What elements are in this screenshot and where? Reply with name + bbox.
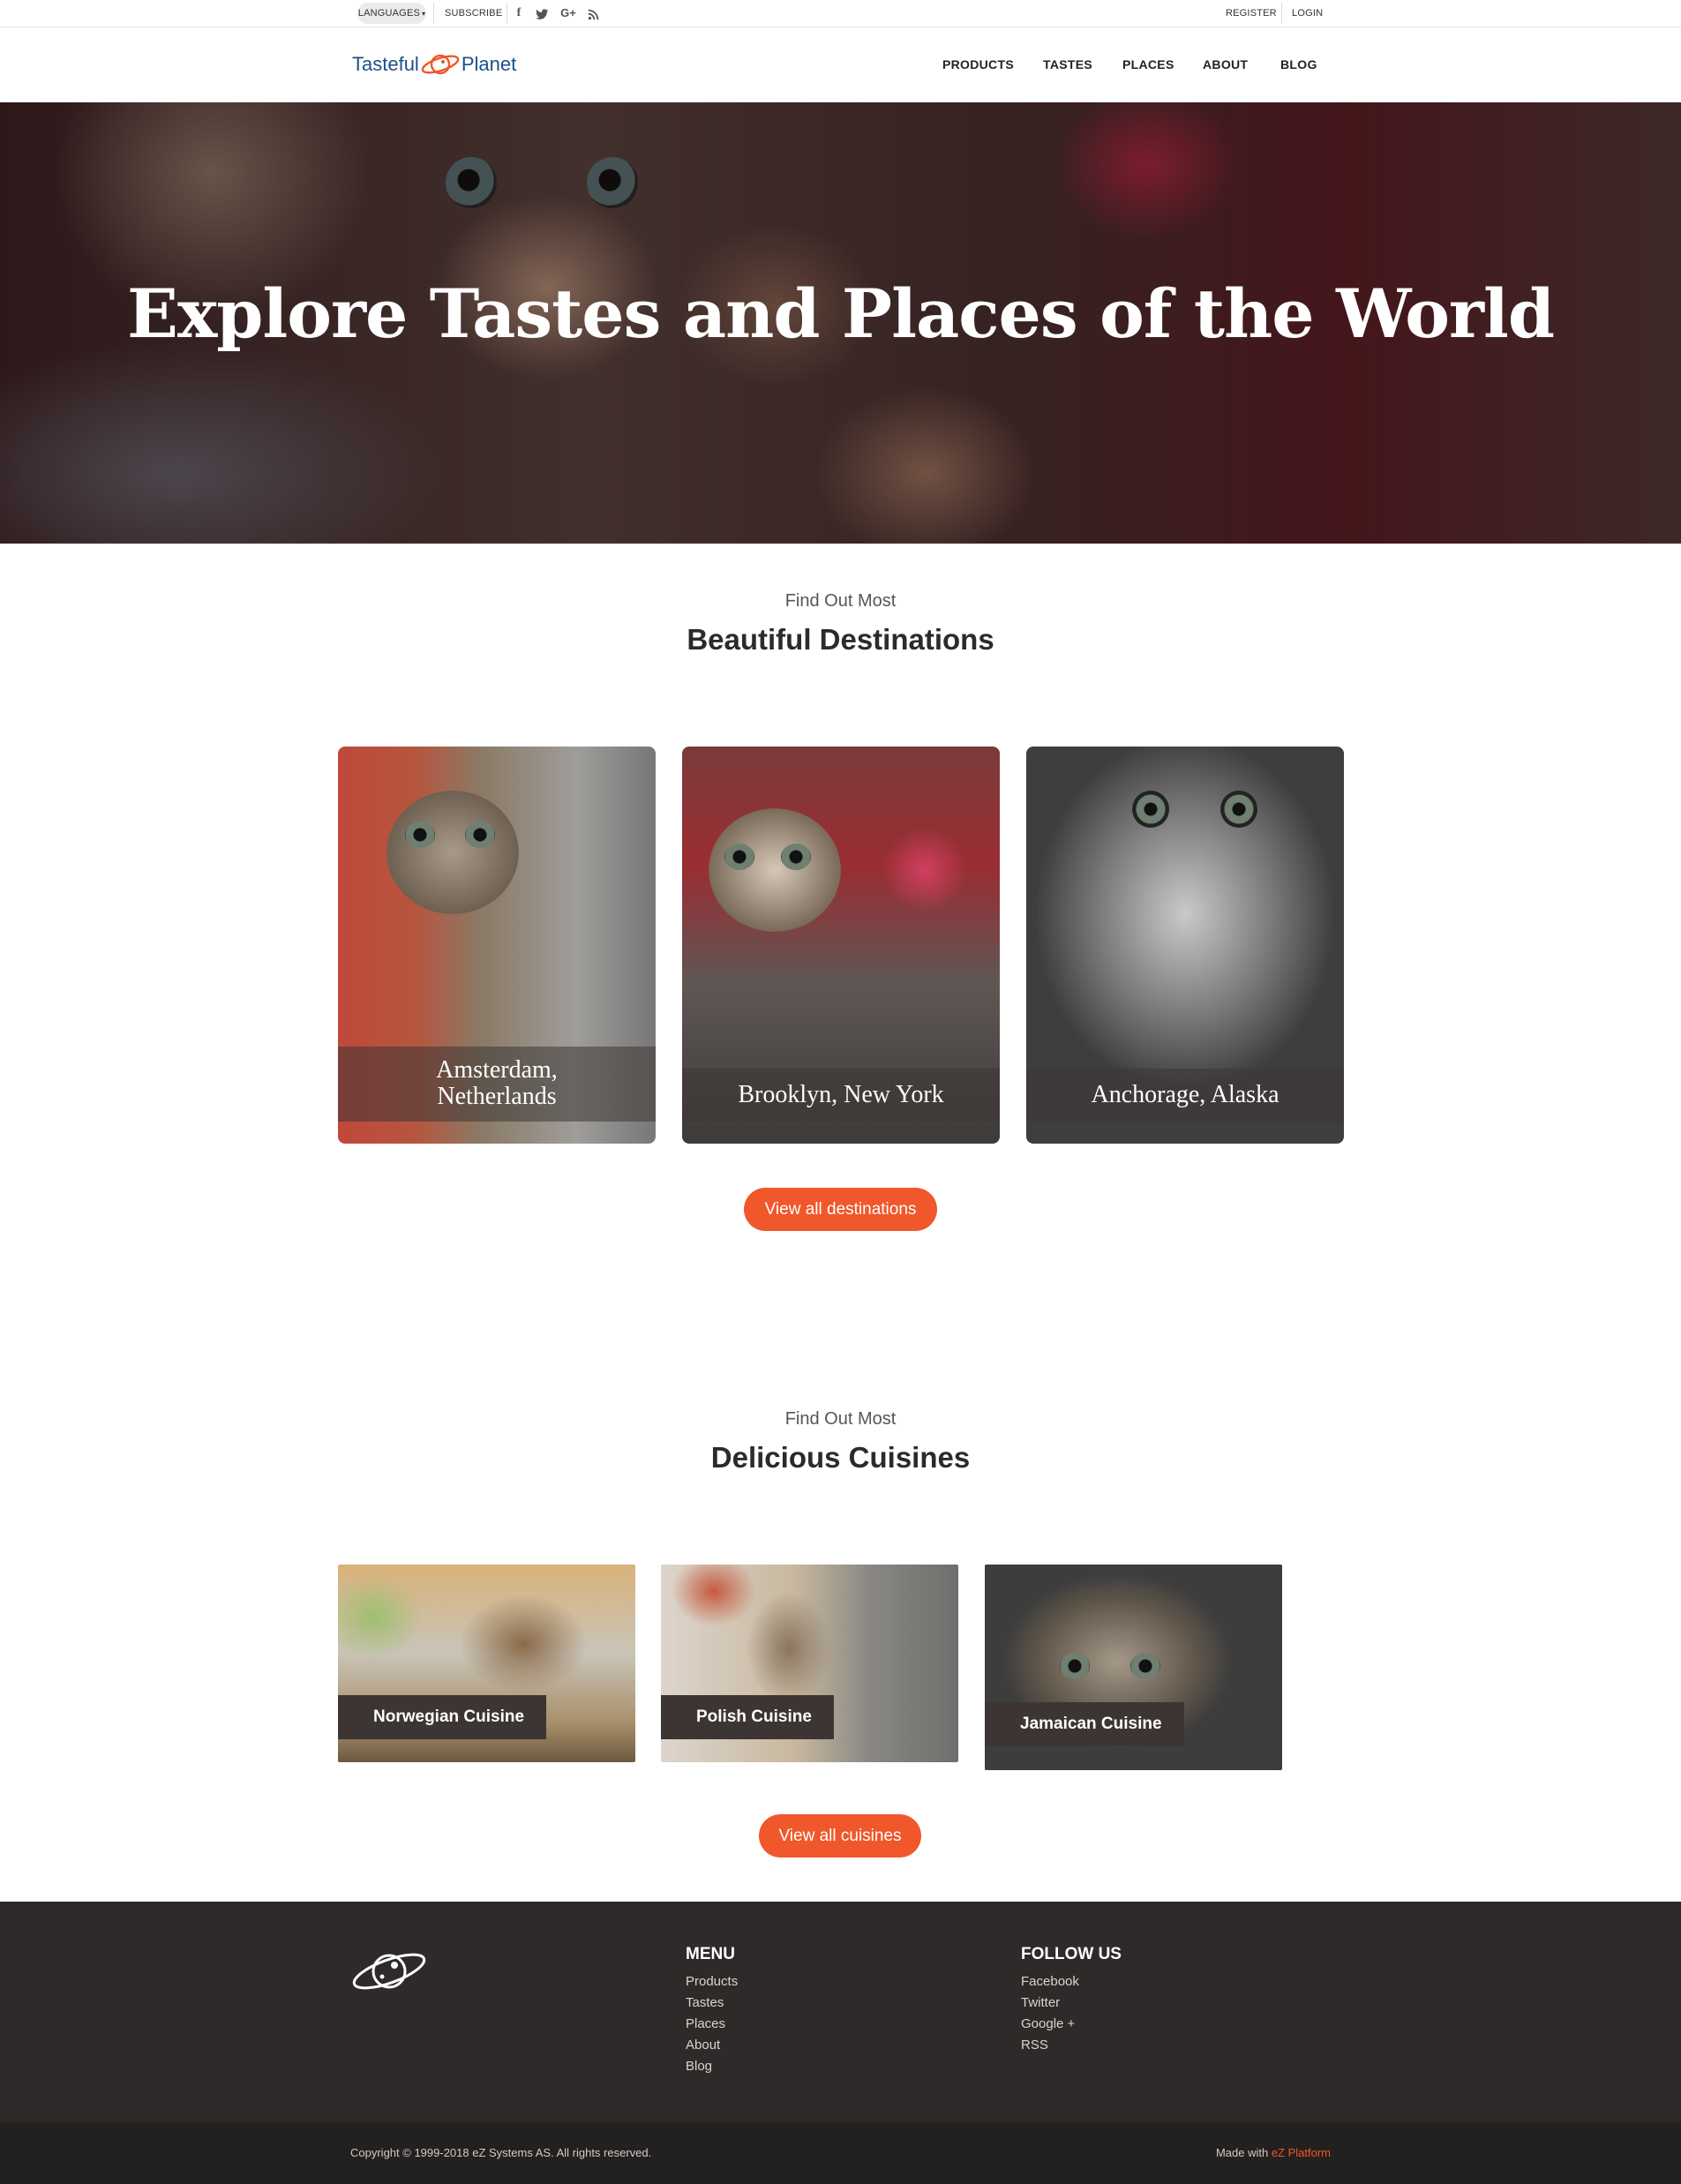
rss-icon[interactable] <box>584 0 602 26</box>
kitten-eye <box>781 844 811 870</box>
footer-link-google-plus[interactable]: Google + <box>1021 2016 1075 2031</box>
destination-caption: Amsterdam, Netherlands <box>338 1047 656 1122</box>
kitten-eye <box>1130 1653 1160 1679</box>
nav-places[interactable]: PLACES <box>1122 27 1174 102</box>
cuisine-card-jamaican[interactable]: Jamaican Cuisine <box>985 1565 1282 1770</box>
logo-text-right: Planet <box>461 53 517 75</box>
footer-link-products[interactable]: Products <box>686 1974 738 1989</box>
main-header: Tasteful Planet PRODUCTS TASTES PLACES A… <box>0 27 1681 102</box>
login-link[interactable]: LOGIN <box>1292 0 1323 26</box>
ez-platform-link[interactable]: eZ Platform <box>1272 2146 1331 2159</box>
footer-bottom-bar: Copyright © 1999-2018 eZ Systems AS. All… <box>0 2122 1681 2184</box>
footer-link-twitter[interactable]: Twitter <box>1021 1995 1060 2010</box>
caption-line: Netherlands <box>437 1083 557 1110</box>
made-with-label: Made with <box>1215 2146 1269 2159</box>
cuisine-label: Norwegian Cuisine <box>338 1695 546 1739</box>
site-footer: MENU Products Tastes Places About Blog F… <box>0 1902 1681 2122</box>
caption-line: Amsterdam, <box>436 1056 558 1084</box>
planet-footer-logo-icon[interactable] <box>350 1944 430 1999</box>
destination-card-brooklyn[interactable]: Brooklyn, New York <box>682 747 1000 1144</box>
cuisine-card-norwegian[interactable]: Norwegian Cuisine <box>338 1565 635 1762</box>
caret-down-icon: ▾ <box>422 10 426 18</box>
top-utility-bar: LANGUAGES ▾ SUBSCRIBE f G+ REGISTER LOGIN <box>0 0 1681 27</box>
kitten-eye <box>724 844 754 870</box>
kitten-eye <box>465 822 495 848</box>
planet-logo-icon <box>421 54 460 75</box>
logo-text-left: Tasteful <box>352 53 419 75</box>
destination-caption: Brooklyn, New York <box>682 1069 1000 1122</box>
kitten-eye <box>1220 791 1257 828</box>
kitten-image <box>709 808 841 932</box>
footer-follow-heading: FOLLOW US <box>1021 1945 1122 1963</box>
nav-products[interactable]: PRODUCTS <box>942 27 1014 102</box>
divider <box>433 3 434 24</box>
view-all-destinations-button[interactable]: View all destinations <box>744 1188 937 1231</box>
languages-label: LANGUAGES <box>357 8 421 19</box>
register-link[interactable]: REGISTER <box>1226 0 1277 26</box>
view-all-cuisines-button[interactable]: View all cuisines <box>759 1814 921 1858</box>
caption-line: Anchorage, Alaska <box>1091 1081 1280 1108</box>
cuisine-card-polish[interactable]: Polish Cuisine <box>661 1565 958 1762</box>
hero-banner: Explore Tastes and Places of the World <box>0 102 1681 544</box>
subscribe-link[interactable]: SUBSCRIBE <box>445 0 502 26</box>
destination-card-amsterdam[interactable]: Amsterdam, Netherlands <box>338 747 656 1144</box>
cuisines-kicker: Find Out Most <box>784 1409 897 1429</box>
made-with-text: Made with eZ Platform <box>1216 2122 1331 2184</box>
nav-about[interactable]: ABOUT <box>1203 27 1248 102</box>
cuisines-title: Delicious Cuisines <box>710 1441 971 1474</box>
footer-link-rss[interactable]: RSS <box>1021 2038 1048 2053</box>
kitten-image <box>386 791 519 914</box>
footer-link-about[interactable]: About <box>686 2038 720 2053</box>
footer-link-facebook[interactable]: Facebook <box>1021 1974 1079 1989</box>
divider <box>1281 3 1282 24</box>
footer-link-tastes[interactable]: Tastes <box>686 1995 724 2010</box>
footer-link-blog[interactable]: Blog <box>686 2059 712 2074</box>
footer-link-places[interactable]: Places <box>686 2016 725 2031</box>
kitten-eye <box>1060 1653 1090 1679</box>
destinations-kicker: Find Out Most <box>784 591 897 611</box>
facebook-icon[interactable]: f <box>510 0 528 26</box>
google-plus-icon[interactable]: G+ <box>557 0 580 26</box>
site-logo[interactable]: Tasteful Planet <box>352 47 516 82</box>
languages-dropdown[interactable]: LANGUAGES ▾ <box>357 3 426 24</box>
cuisine-label: Polish Cuisine <box>661 1695 834 1739</box>
kitten-eye <box>1132 791 1169 828</box>
destinations-title: Beautiful Destinations <box>687 623 994 656</box>
twitter-icon[interactable] <box>533 0 551 26</box>
cuisine-label: Jamaican Cuisine <box>985 1702 1184 1746</box>
destination-caption: Anchorage, Alaska <box>1026 1069 1344 1122</box>
hero-title: Explore Tastes and Places of the World <box>127 274 1555 353</box>
caption-line: Brooklyn, New York <box>738 1081 944 1108</box>
nav-tastes[interactable]: TASTES <box>1043 27 1092 102</box>
kitten-eye <box>405 822 435 848</box>
nav-blog[interactable]: BLOG <box>1280 27 1317 102</box>
footer-menu-heading: MENU <box>686 1945 735 1963</box>
copyright-text: Copyright © 1999-2018 eZ Systems AS. All… <box>350 2146 652 2159</box>
destination-card-anchorage[interactable]: Anchorage, Alaska <box>1026 747 1344 1144</box>
